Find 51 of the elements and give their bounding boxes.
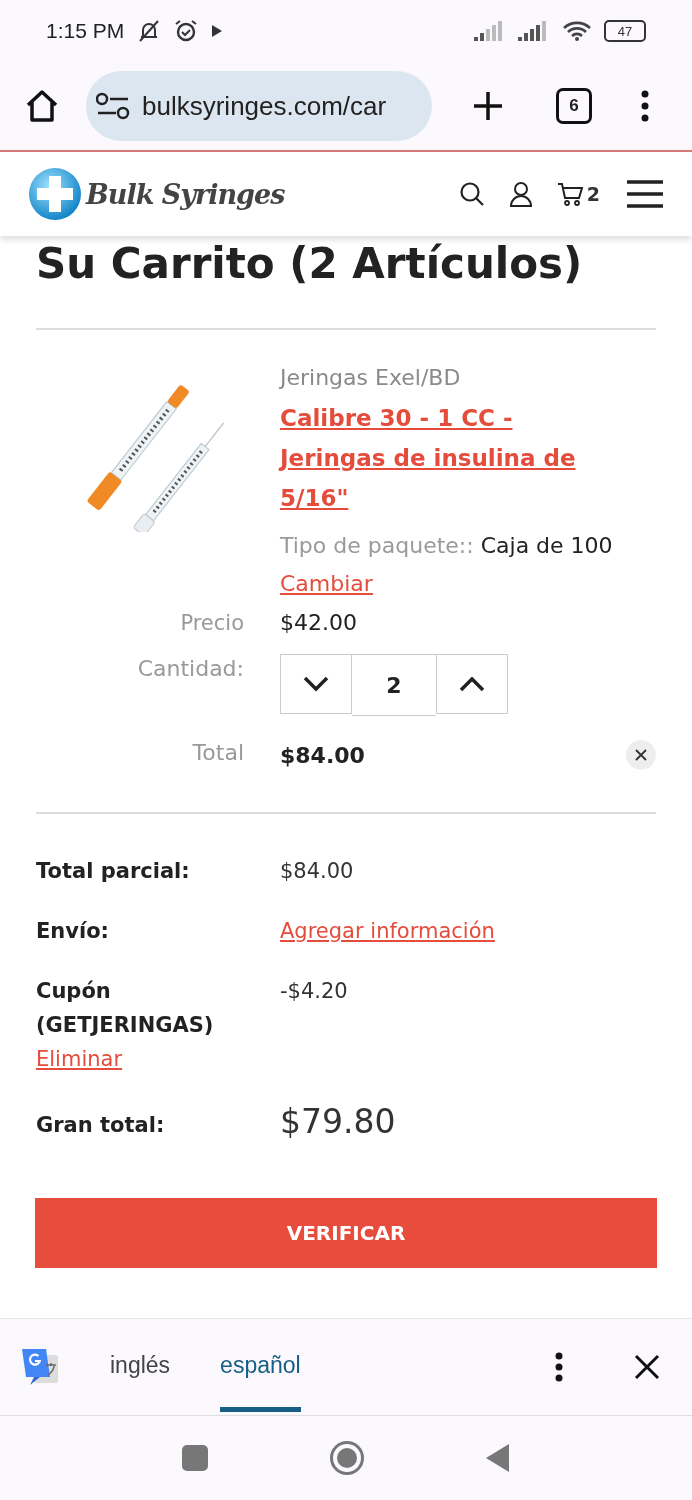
product-name-link[interactable]: Calibre 30 - 1 CC - Jeringas de insulina de 5/16" — [280, 398, 610, 518]
recents-icon[interactable] — [181, 1444, 209, 1472]
status-time: 1:15 PM — [46, 19, 125, 43]
coupon-label: Cupón (GETJERINGAS) — [36, 978, 215, 1039]
product-brand: Jeringas Exel/BD — [280, 364, 462, 392]
grand-total-value: $79.80 — [280, 1102, 397, 1141]
new-tab-icon[interactable] — [472, 90, 504, 122]
cart-count[interactable]: 2 — [586, 183, 600, 205]
menu-icon[interactable] — [640, 90, 650, 122]
summary-label: Total parcial: — [36, 858, 191, 885]
cross-logo-icon[interactable] — [28, 167, 82, 221]
account-icon[interactable] — [508, 181, 533, 207]
page-title: Su Carrito (2 Artículos) — [36, 239, 583, 288]
home-icon[interactable] — [24, 88, 60, 124]
battery-indicator: 47 — [604, 20, 646, 42]
language-tab[interactable]: inglés — [110, 1322, 171, 1412]
increase-button[interactable] — [436, 654, 508, 714]
translate-icon[interactable] — [20, 1347, 60, 1387]
site-logo[interactable]: Bulk Syringes — [86, 178, 285, 210]
chevron-up-icon — [459, 676, 485, 692]
site-settings-icon[interactable] — [96, 92, 130, 120]
checkout-button[interactable]: VERIFICAR — [35, 1198, 657, 1268]
remove-button[interactable] — [626, 740, 656, 770]
alarm-icon — [174, 19, 199, 43]
add-info-link[interactable]: Agregar información — [280, 919, 495, 943]
grand-total-label: Gran total: — [36, 1112, 166, 1139]
menu-icon[interactable] — [626, 179, 664, 209]
option-value: Caja de 100 — [480, 533, 613, 558]
address-bar[interactable]: bulksyringes.com/car — [86, 71, 432, 141]
summary-label: Envío: — [36, 918, 110, 945]
total-label: Total — [192, 740, 244, 765]
summary-value: $84.00 — [280, 858, 355, 885]
cart-icon[interactable] — [556, 181, 583, 207]
decrease-button[interactable] — [280, 654, 352, 714]
quantity-label: Cantidad: — [137, 656, 244, 681]
wifi-icon — [562, 20, 592, 42]
url-text: bulksyringes.com/car — [142, 90, 387, 122]
remove-coupon-link[interactable]: Eliminar — [36, 1047, 123, 1071]
discount-value: -$4.20 — [280, 978, 349, 1005]
close-icon — [635, 749, 647, 761]
option-label: Tipo de paquete:: — [280, 533, 474, 558]
back-icon[interactable] — [485, 1443, 511, 1473]
search-icon[interactable] — [458, 181, 485, 207]
more-icon[interactable] — [554, 1352, 564, 1382]
change-link[interactable]: Cambiar — [280, 571, 373, 596]
chevron-down-icon — [303, 676, 329, 692]
price-value: $42.00 — [280, 610, 357, 635]
tab-count-button[interactable]: 6 — [556, 88, 592, 124]
close-icon[interactable] — [634, 1354, 660, 1380]
item-total: $84.00 — [280, 742, 365, 768]
price-label: Precio — [180, 611, 244, 635]
